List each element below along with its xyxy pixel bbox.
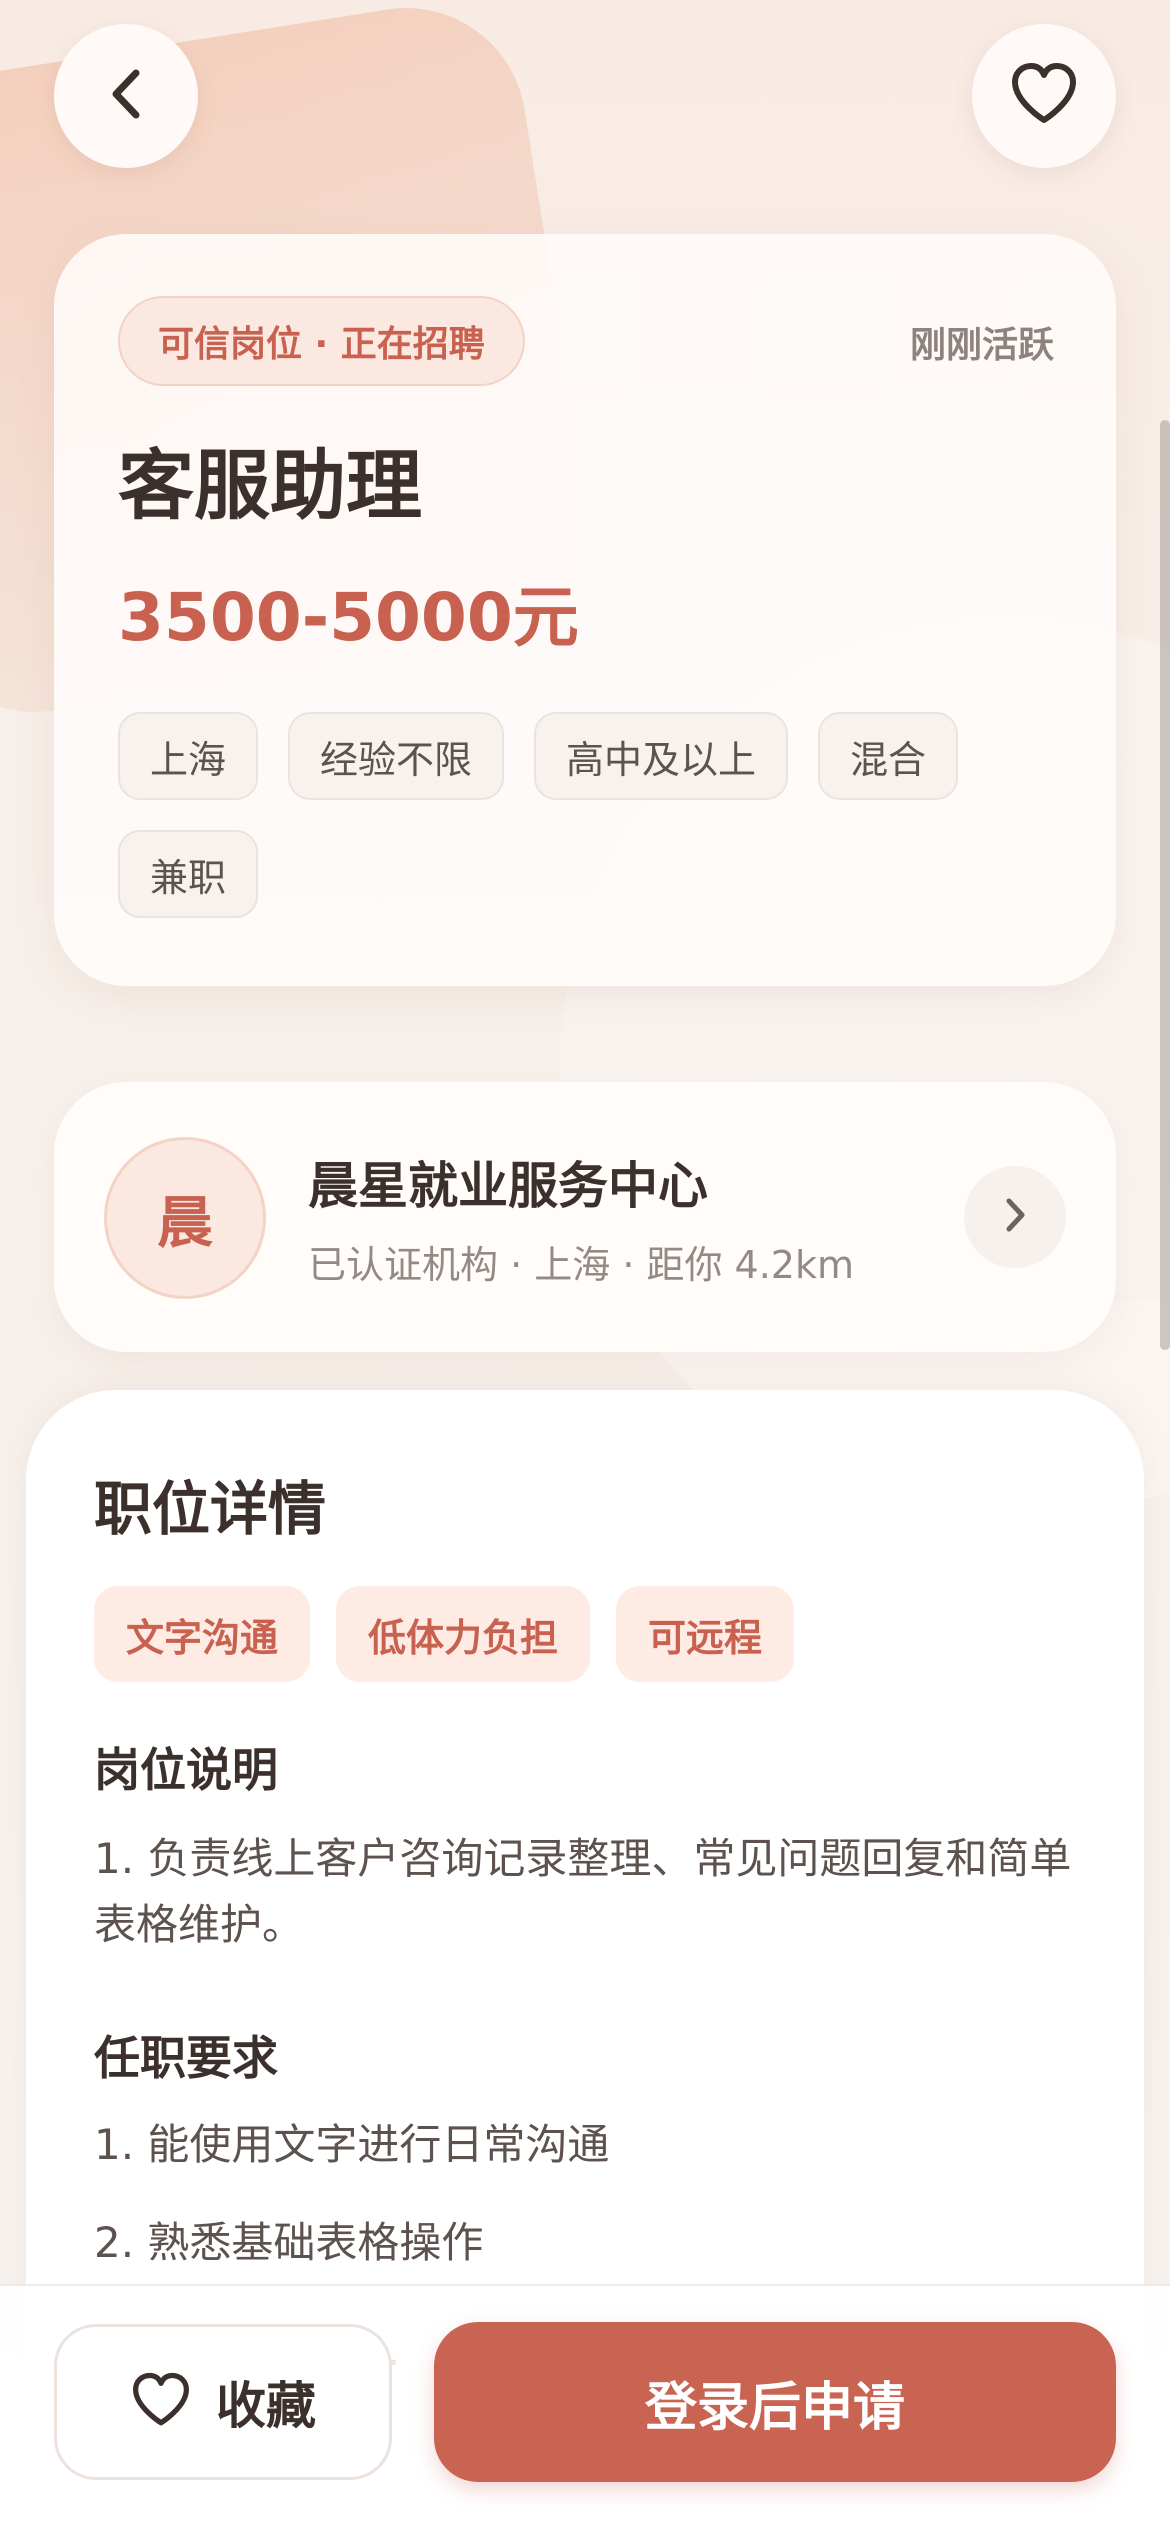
heart-outline-icon xyxy=(130,2372,192,2432)
organization-avatar: 晨 xyxy=(104,1137,266,1299)
section-title: 职位详情 xyxy=(94,1475,327,1543)
tag-experience: 经验不限 xyxy=(288,712,505,800)
job-tags: 上海 经验不限 高中及以上 混合 兼职 xyxy=(118,712,1078,918)
favorite-button[interactable] xyxy=(972,24,1116,168)
description-text: 1. 负责线上客户咨询记录整理、常见问题回复和简单表格维护。 xyxy=(94,1834,1072,1949)
apply-button[interactable]: 登录后申请 xyxy=(434,2322,1116,2482)
save-button-label: 收藏 xyxy=(216,2377,316,2435)
organization-name: 晨星就业服务中心 xyxy=(308,1157,708,1215)
tag-location: 上海 xyxy=(118,712,259,800)
organization-card[interactable]: 晨 晨星就业服务中心 已认证机构 · 上海 · 距你 4.2km xyxy=(54,1082,1116,1352)
back-button[interactable] xyxy=(54,24,198,168)
job-detail-page: 可信岗位 · 正在招聘 刚刚活跃 客服助理 3500-5000元 上海 经验不限… xyxy=(0,0,1170,2532)
requirements-title: 任职要求 xyxy=(94,2031,278,2085)
description-title: 岗位说明 xyxy=(94,1743,278,1797)
bottom-action-bar: 3. 收藏 登录后申请 xyxy=(0,2284,1170,2532)
job-title: 客服助理 xyxy=(118,441,422,530)
organization-open-button[interactable] xyxy=(964,1166,1066,1268)
trusted-badge: 可信岗位 · 正在招聘 xyxy=(118,296,525,386)
salary-range: 3500-5000元 xyxy=(118,579,579,656)
requirement-item: 1. 能使用文字进行日常沟通 xyxy=(94,2120,610,2169)
tag-job-type: 兼职 xyxy=(118,830,259,918)
organization-meta: 已认证机构 · 上海 · 距你 4.2km xyxy=(308,1243,855,1287)
chevron-right-icon xyxy=(1003,1197,1027,1237)
save-button[interactable]: 收藏 xyxy=(54,2324,392,2480)
feature-tag: 文字沟通 xyxy=(94,1586,311,1682)
tag-work-mode: 混合 xyxy=(818,712,959,800)
scrollbar[interactable] xyxy=(1160,420,1170,1350)
feature-tag: 可远程 xyxy=(616,1586,795,1682)
feature-tags: 文字沟通 低体力负担 可远程 xyxy=(94,1586,795,1682)
tag-education: 高中及以上 xyxy=(534,712,789,800)
feature-tag: 低体力负担 xyxy=(336,1586,591,1682)
heart-outline-icon xyxy=(1009,62,1079,130)
job-summary-card: 可信岗位 · 正在招聘 刚刚活跃 客服助理 3500-5000元 上海 经验不限… xyxy=(54,234,1116,986)
requirement-item: 2. 熟悉基础表格操作 xyxy=(94,2218,484,2267)
active-status: 刚刚活跃 xyxy=(909,325,1054,366)
chevron-left-icon xyxy=(106,67,146,125)
